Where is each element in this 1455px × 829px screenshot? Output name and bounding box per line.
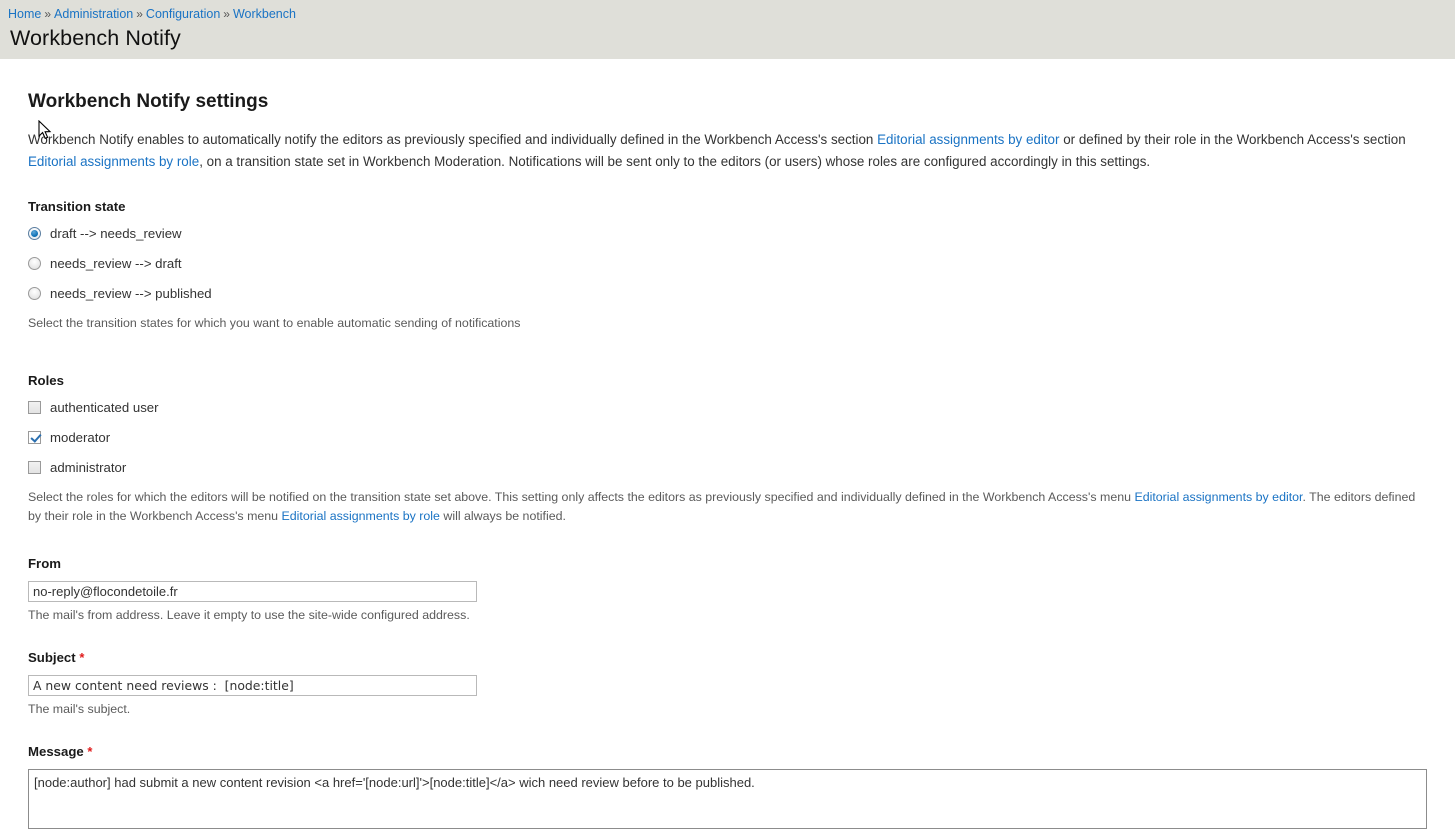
roles-group: Roles authenticated user moderator admin… bbox=[28, 373, 1455, 526]
page-title: Workbench Notify bbox=[10, 26, 181, 50]
radio-label: draft --> needs_review bbox=[50, 225, 182, 241]
roles-label: Roles bbox=[28, 373, 64, 388]
breadcrumb-separator: » bbox=[44, 7, 52, 21]
checkbox-icon[interactable] bbox=[28, 430, 41, 444]
intro-text-1: Workbench Notify enables to automaticall… bbox=[28, 132, 878, 147]
radio-option-needs-review-to-draft[interactable]: needs_review --> draft bbox=[28, 254, 1455, 272]
radio-option-needs-review-to-published[interactable]: needs_review --> published bbox=[28, 284, 1455, 302]
radio-label: needs_review --> published bbox=[50, 285, 212, 301]
subject-label-text: Subject bbox=[28, 650, 76, 665]
subject-input[interactable] bbox=[28, 675, 477, 696]
checkbox-label: moderator bbox=[50, 429, 111, 445]
message-label-text: Message bbox=[28, 744, 84, 759]
from-label: From bbox=[28, 556, 61, 571]
checkbox-label: authenticated user bbox=[50, 399, 159, 415]
subject-description: The mail's subject. bbox=[28, 702, 131, 716]
checkbox-icon[interactable] bbox=[28, 400, 41, 414]
transition-state-group: Transition state draft --> needs_review … bbox=[28, 199, 1455, 333]
required-marker: * bbox=[79, 650, 85, 665]
from-group: From The mail's from address. Leave it e… bbox=[28, 556, 1455, 622]
intro-paragraph: Workbench Notify enables to automaticall… bbox=[28, 129, 1426, 173]
breadcrumb-item-configuration[interactable]: Configuration bbox=[146, 7, 220, 21]
intro-text-3: , on a transition state set in Workbench… bbox=[199, 154, 1151, 169]
message-group: Message * bbox=[28, 744, 1455, 829]
message-textarea[interactable] bbox=[28, 769, 1427, 829]
message-label: Message * bbox=[28, 744, 1455, 759]
radio-icon[interactable] bbox=[28, 286, 41, 300]
intro-text-2: or defined by their role in the Workbenc… bbox=[1059, 132, 1406, 147]
section-title: Workbench Notify settings bbox=[28, 91, 269, 112]
breadcrumb-item-administration[interactable]: Administration bbox=[54, 7, 133, 21]
breadcrumb: Home» Administration» Configuration» Workbe… bbox=[8, 6, 1455, 22]
link-editorial-assignments-by-editor[interactable]: Editorial assignments by editor bbox=[877, 132, 1059, 147]
radio-icon[interactable] bbox=[28, 226, 41, 240]
link-editorial-assignments-by-role[interactable]: Editorial assignments by role bbox=[28, 154, 199, 169]
breadcrumb-separator: » bbox=[223, 7, 230, 21]
checkbox-option-authenticated-user[interactable]: authenticated user bbox=[28, 398, 1455, 416]
radio-option-draft-to-needs-review[interactable]: draft --> needs_review bbox=[28, 224, 1455, 242]
breadcrumb-separator: » bbox=[136, 7, 143, 21]
from-input[interactable] bbox=[28, 581, 477, 602]
required-marker: * bbox=[87, 744, 93, 759]
breadcrumb-item-home[interactable]: Home bbox=[8, 7, 41, 21]
radio-label: needs_review --> draft bbox=[50, 255, 182, 271]
checkbox-option-moderator[interactable]: moderator bbox=[28, 428, 1455, 446]
subject-label: Subject * bbox=[28, 650, 1455, 665]
roles-desc-text-3: will always be notified. bbox=[439, 509, 566, 523]
transition-state-description: Select the transition states for which y… bbox=[28, 316, 521, 330]
link-editorial-assignments-by-role[interactable]: Editorial assignments by role bbox=[282, 509, 440, 523]
roles-description: Select the roles for which the editors w… bbox=[28, 488, 1428, 526]
transition-state-label: Transition state bbox=[28, 199, 126, 214]
main-content: Workbench Notify settings Workbench Noti… bbox=[0, 91, 1455, 829]
from-description: The mail's from address. Leave it empty … bbox=[28, 608, 470, 622]
roles-desc-text-1: Select the roles for which the editors w… bbox=[28, 490, 1135, 504]
subject-group: Subject * The mail's subject. bbox=[28, 650, 1455, 716]
checkbox-icon[interactable] bbox=[28, 460, 41, 474]
link-editorial-assignments-by-editor[interactable]: Editorial assignments by editor bbox=[1134, 490, 1302, 504]
checkbox-label: administrator bbox=[50, 459, 127, 475]
page-header: Home» Administration» Configuration» Workbe… bbox=[0, 0, 1455, 59]
breadcrumb-item-workbench[interactable]: Workbench bbox=[233, 7, 296, 21]
checkbox-option-administrator[interactable]: administrator bbox=[28, 458, 1455, 476]
radio-icon[interactable] bbox=[28, 256, 41, 270]
